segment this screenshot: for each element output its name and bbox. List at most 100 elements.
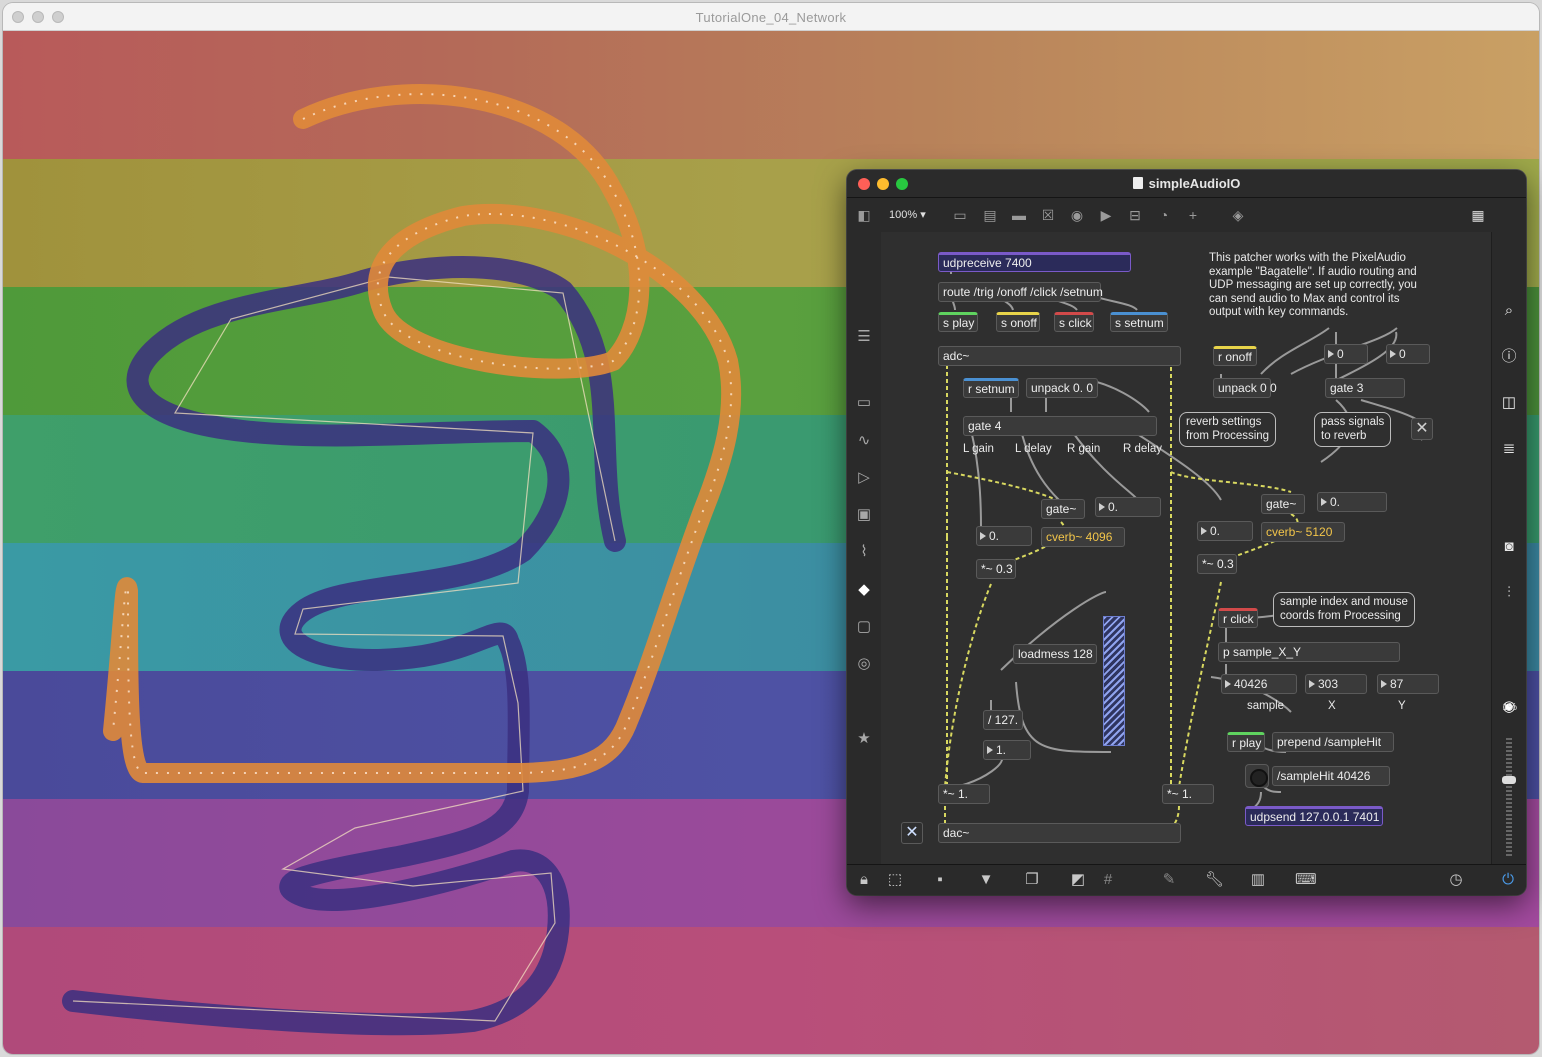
wrench-icon[interactable]: 🔧︎ bbox=[1205, 871, 1224, 889]
volume-slider[interactable] bbox=[1501, 738, 1517, 856]
device-icon[interactable]: ▢ bbox=[855, 618, 873, 636]
zoom-select[interactable]: 100% ▾ bbox=[889, 208, 926, 221]
sidebar-toggle-icon[interactable]: ◧ bbox=[855, 206, 873, 224]
reverb-toggle[interactable]: ✕ bbox=[1411, 418, 1433, 440]
left-delay-number[interactable]: 0. bbox=[1095, 497, 1161, 517]
cverb-left-object[interactable]: cverb~ 4096 bbox=[1041, 527, 1125, 547]
multiply-out-right-object[interactable]: *~ 1. bbox=[1162, 784, 1214, 804]
x-number[interactable]: 303 bbox=[1305, 674, 1367, 694]
left-gain-number[interactable]: 0. bbox=[976, 526, 1032, 546]
send-play-object[interactable]: s play bbox=[938, 312, 978, 332]
multiply-right-object[interactable]: *~ 0.3 bbox=[1197, 554, 1237, 574]
console-icon[interactable]: ▭ bbox=[855, 394, 873, 412]
l-gain-label: L gain bbox=[963, 443, 994, 455]
chat-icon[interactable]: ▼ bbox=[977, 871, 995, 889]
add-object-icon[interactable]: + bbox=[1184, 206, 1202, 224]
gate-number-a[interactable]: 0 bbox=[1324, 344, 1368, 364]
dac-object[interactable]: dac~ bbox=[938, 823, 1181, 843]
udpreceive-object[interactable]: udpreceive 7400 bbox=[938, 252, 1131, 272]
udpsend-object[interactable]: udpsend 127.0.0.1 7401 bbox=[1245, 806, 1383, 826]
favorites-star-icon[interactable]: ★ bbox=[855, 730, 873, 748]
paint-bucket-icon[interactable]: ◈ bbox=[1229, 206, 1247, 224]
package-icon[interactable]: ◆ bbox=[855, 581, 873, 599]
volume-slider-object[interactable] bbox=[1103, 616, 1125, 746]
gate-signal-left-object[interactable]: gate~ bbox=[1041, 499, 1085, 519]
receive-onoff-object[interactable]: r onoff bbox=[1213, 346, 1257, 366]
p-sample-subpatch[interactable]: p sample_X_Y bbox=[1218, 642, 1400, 662]
cverb-right-object[interactable]: cverb~ 5120 bbox=[1261, 522, 1345, 542]
list-icon[interactable]: ≣ bbox=[1500, 440, 1518, 458]
receive-play-object[interactable]: r play bbox=[1227, 732, 1265, 752]
right-delay-number[interactable]: 0. bbox=[1317, 492, 1387, 512]
grid-snap-icon[interactable]: # bbox=[1099, 871, 1117, 889]
multiply-left-object[interactable]: *~ 0.3 bbox=[976, 559, 1016, 579]
windows-icon[interactable]: ❐ bbox=[1023, 871, 1041, 889]
mixer-icon[interactable]: ⫶ bbox=[1500, 584, 1518, 602]
adc-object[interactable]: adc~ bbox=[938, 346, 1181, 366]
grid-icon[interactable]: ▦ bbox=[1469, 206, 1487, 224]
max-patcher-window[interactable]: simpleAudioIO ◧ 100% ▾ ▭ ▤ ▬ ☒ ◉ ▶ ⊟ ◔ +… bbox=[847, 170, 1526, 895]
menu-icon[interactable]: ☰ bbox=[855, 328, 873, 346]
l-delay-label: L delay bbox=[1015, 443, 1052, 455]
loadmess-object[interactable]: loadmess 128 bbox=[1013, 644, 1097, 664]
volume-track bbox=[1506, 738, 1512, 856]
prepend-object[interactable]: prepend /sampleHit bbox=[1272, 732, 1394, 752]
y-label: Y bbox=[1398, 700, 1406, 712]
dial-object-icon[interactable]: ◔ bbox=[1155, 206, 1173, 224]
unpack-onoff-object[interactable]: unpack 0 0 bbox=[1213, 378, 1277, 398]
mute-icon[interactable]: ◩ bbox=[1069, 871, 1087, 889]
send-setnum-object[interactable]: s setnum bbox=[1110, 312, 1168, 332]
camera-icon[interactable]: ◙ bbox=[1500, 538, 1518, 556]
document-icon bbox=[1132, 177, 1143, 189]
lock-icon[interactable]: 🔒︎ bbox=[855, 871, 873, 889]
send-onoff-object[interactable]: s onoff bbox=[996, 312, 1040, 332]
info-icon[interactable]: ⓘ bbox=[1500, 348, 1518, 366]
gate4-object[interactable]: gate 4 bbox=[963, 416, 1157, 436]
y-number[interactable]: 87 bbox=[1377, 674, 1439, 694]
power-icon[interactable]: ⏻ bbox=[1499, 871, 1517, 889]
search-icon[interactable]: ⌕ bbox=[1500, 302, 1518, 320]
video-icon[interactable]: ▷ bbox=[855, 469, 873, 487]
play-object-icon[interactable]: ▶ bbox=[1097, 206, 1115, 224]
max-window-title: simpleAudioIO bbox=[847, 176, 1526, 191]
divide-127-object[interactable]: / 127. bbox=[983, 710, 1023, 730]
sample-number[interactable]: 40426 bbox=[1221, 674, 1297, 694]
right-gain-number[interactable]: 0. bbox=[1197, 521, 1253, 541]
gate3-object[interactable]: gate 3 bbox=[1325, 378, 1405, 398]
unpack-gate-object[interactable]: unpack 0. 0 bbox=[1026, 378, 1098, 398]
toggle-object-icon[interactable]: ☒ bbox=[1039, 206, 1057, 224]
intro-comment: This patcher works with the PixelAudio e… bbox=[1209, 252, 1417, 318]
send-click-object[interactable]: s click bbox=[1054, 312, 1094, 332]
snapshot-icon[interactable]: ◎ bbox=[855, 655, 873, 673]
presentation-icon[interactable]: ▭ bbox=[951, 206, 969, 224]
comment-icon[interactable]: ▬ bbox=[1010, 206, 1028, 224]
button-object-icon[interactable]: ◉ bbox=[1068, 206, 1086, 224]
patcher-canvas[interactable]: This patcher works with the PixelAudio e… bbox=[881, 232, 1491, 864]
bang-button[interactable] bbox=[1245, 764, 1269, 788]
gate-number-b[interactable]: 0 bbox=[1386, 344, 1430, 364]
dsp-status-icon[interactable]: ◷ bbox=[1447, 871, 1465, 889]
r-gain-label: R gain bbox=[1067, 443, 1101, 455]
scale-number[interactable]: 1. bbox=[983, 740, 1031, 760]
x-label: X bbox=[1328, 700, 1336, 712]
dsp-toggle[interactable]: ✕ bbox=[901, 822, 923, 844]
layer-icon[interactable]: ▪ bbox=[931, 871, 949, 889]
receive-setnum-object[interactable]: r setnum bbox=[963, 378, 1019, 398]
audio-icon[interactable]: ∿ bbox=[855, 432, 873, 450]
clip-icon[interactable]: ⌇ bbox=[855, 543, 873, 561]
samplehit-message[interactable]: /sampleHit 40426 bbox=[1272, 766, 1390, 786]
slider-object-icon[interactable]: ⊟ bbox=[1126, 206, 1144, 224]
max-titlebar: simpleAudioIO bbox=[847, 170, 1526, 198]
volume-knob[interactable] bbox=[1502, 776, 1516, 784]
gate-signal-right-object[interactable]: gate~ bbox=[1261, 494, 1305, 514]
reference-icon[interactable]: ◫ bbox=[1500, 394, 1518, 412]
receive-click-object[interactable]: r click bbox=[1218, 608, 1258, 628]
image-icon[interactable]: ▣ bbox=[855, 506, 873, 524]
keyboard-icon[interactable]: ⌨ bbox=[1295, 871, 1317, 889]
patch-cord-icon[interactable]: ✎ bbox=[1160, 871, 1178, 889]
multiply-out-left-object[interactable]: *~ 1. bbox=[938, 784, 990, 804]
presentation-mode-icon[interactable]: ⬚ bbox=[886, 871, 904, 889]
library-icon[interactable]: ▥ bbox=[1249, 871, 1267, 889]
route-object[interactable]: route /trig /onoff /click /setnum bbox=[938, 282, 1103, 302]
message-object-icon[interactable]: ▤ bbox=[981, 206, 999, 224]
